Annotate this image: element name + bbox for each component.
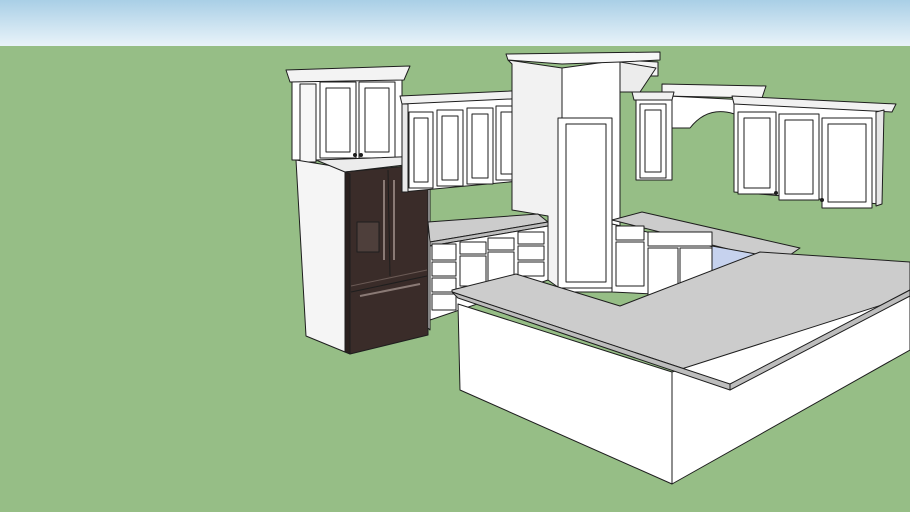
water-dispenser [356,221,380,253]
kitchen-3d-model[interactable] [0,0,910,512]
sky [0,0,910,46]
sketchup-viewport[interactable] [0,0,910,512]
refrigerator[interactable] [344,163,429,355]
